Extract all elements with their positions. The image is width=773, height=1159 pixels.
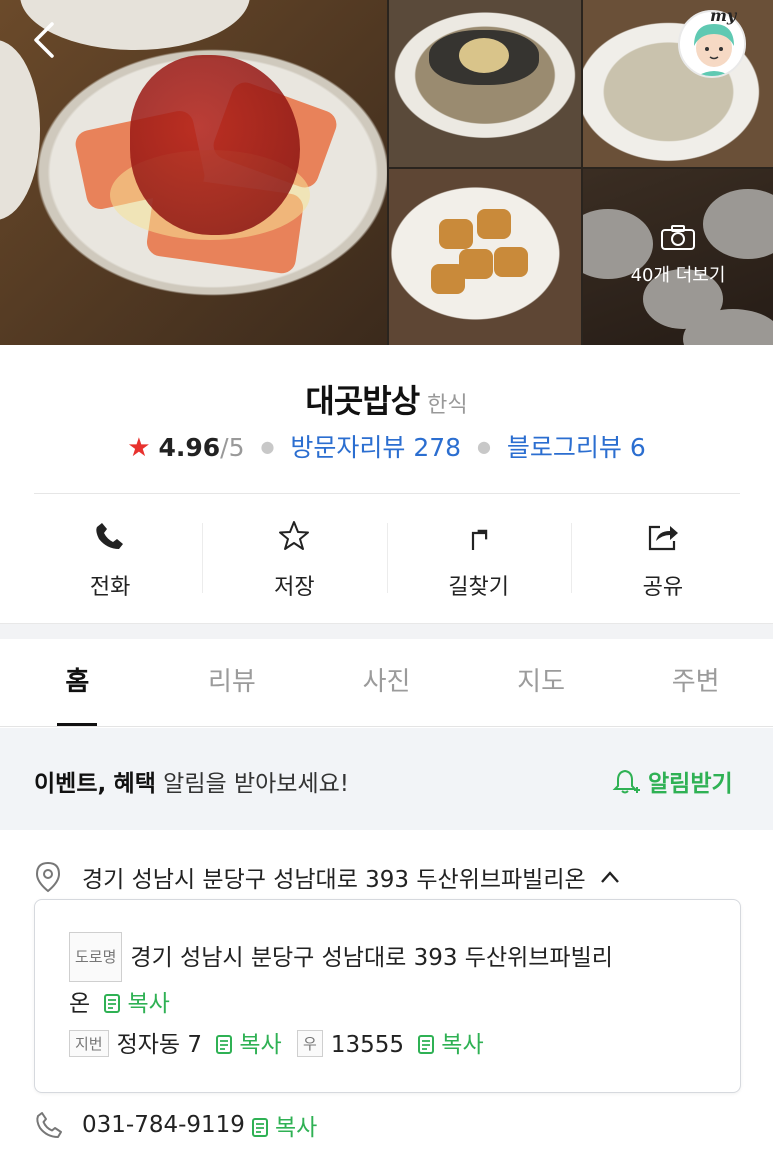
share-label: 공유 xyxy=(642,575,684,600)
copy-icon xyxy=(104,994,121,1013)
notice-message: 알림을 받아보세요! xyxy=(163,771,349,797)
lot-address-value: 정자동 7 xyxy=(116,1032,203,1058)
chevron-up-icon[interactable] xyxy=(600,870,620,884)
action-bar: 전화 저장 길찾기 공유 xyxy=(18,495,755,615)
rating-max: /5 xyxy=(220,433,245,462)
phone-outline-icon xyxy=(36,1112,62,1138)
copy-zip-button[interactable]: 복사 xyxy=(417,1032,484,1058)
tab-bar: 홈 리뷰 사진 지도 주변 xyxy=(0,639,773,727)
star-filled-icon: ★ xyxy=(127,433,151,463)
separator-dot: ● xyxy=(260,437,275,456)
phone-icon xyxy=(96,523,124,549)
place-name: 대곳밥상 xyxy=(305,382,420,420)
tab-nearby[interactable]: 주변 xyxy=(618,639,773,726)
more-photos-link[interactable]: 40개 더보기 xyxy=(583,225,773,287)
phone-number[interactable]: 031-784-9119 xyxy=(82,1112,245,1138)
lot-address-tag: 지번 xyxy=(69,1030,109,1057)
visitor-reviews-label: 방문자리뷰 xyxy=(290,433,406,462)
copy-icon xyxy=(216,1035,233,1054)
copy-phone-button[interactable]: 복사 xyxy=(251,1108,317,1142)
divider xyxy=(34,493,740,494)
photo-gallery: 40개 더보기 my xyxy=(0,0,773,345)
phone-row: 031-784-9119 복사 xyxy=(34,1108,317,1142)
address-summary: 경기 성남시 분당구 성남대로 393 두산위브파빌리온 xyxy=(82,867,586,893)
share-icon xyxy=(648,525,678,551)
directions-label: 길찾기 xyxy=(448,575,509,600)
separator-dot: ● xyxy=(477,437,491,456)
call-button[interactable]: 전화 xyxy=(18,495,202,615)
tab-reviews[interactable]: 리뷰 xyxy=(155,639,310,726)
visitor-reviews-link[interactable]: 방문자리뷰 278 xyxy=(290,433,461,462)
directions-icon xyxy=(471,529,487,550)
section-separator xyxy=(0,623,773,639)
address-detail-card: 도로명 경기 성남시 분당구 성남대로 393 두산위브파빌리 온 복사 지번 정자… xyxy=(34,899,741,1093)
save-button[interactable]: 저장 xyxy=(202,495,386,615)
my-label: my xyxy=(710,6,737,25)
photo-thumb-2[interactable] xyxy=(583,0,773,167)
lot-address: 지번 정자동 7 복사 우 13555 복사 xyxy=(69,1025,484,1059)
zip-tag: 우 xyxy=(297,1030,323,1057)
save-label: 저장 xyxy=(274,575,315,600)
copy-label: 복사 xyxy=(441,1032,484,1058)
notice-bold-benefits: 혜택 xyxy=(113,771,156,797)
road-address-line2: 온 xyxy=(69,991,91,1017)
road-address-tag: 도로명 xyxy=(69,932,123,982)
directions-button[interactable]: 길찾기 xyxy=(386,495,571,615)
zip-value: 13555 xyxy=(330,1032,404,1058)
place-title-row: 대곳밥상 한식 xyxy=(0,376,773,422)
tab-map[interactable]: 지도 xyxy=(464,639,619,726)
road-address-line1: 경기 성남시 분당구 성남대로 393 두산위브파빌리 xyxy=(130,945,613,971)
notice-text: 이벤트, 혜택 알림을 받아보세요! xyxy=(34,764,349,798)
photo-thumb-1[interactable] xyxy=(389,0,581,167)
bell-plus-icon xyxy=(612,769,640,794)
copy-label: 복사 xyxy=(239,1032,282,1058)
tab-home[interactable]: 홈 xyxy=(0,639,155,726)
subscribe-alerts-button[interactable]: 알림받기 xyxy=(612,764,733,798)
notice-bold-events: 이벤트, xyxy=(34,771,107,797)
back-arrow-icon[interactable] xyxy=(24,20,64,60)
rating-row: ★ 4.96/5 ● 방문자리뷰 278 ● 블로그리뷰 6 xyxy=(0,428,773,464)
tab-photos[interactable]: 사진 xyxy=(309,639,464,726)
location-pin-icon xyxy=(35,861,61,893)
copy-icon xyxy=(418,1035,435,1054)
call-label: 전화 xyxy=(89,575,131,600)
visitor-reviews-count: 278 xyxy=(413,433,462,462)
share-button[interactable]: 공유 xyxy=(570,495,755,615)
address-row[interactable]: 경기 성남시 분당구 성남대로 393 두산위브파빌리온 xyxy=(34,860,754,894)
more-photos-label: 40개 더보기 xyxy=(630,265,726,286)
copy-lot-address-button[interactable]: 복사 xyxy=(215,1032,282,1058)
event-notice-banner: 이벤트, 혜택 알림을 받아보세요! 알림받기 xyxy=(0,728,773,830)
copy-road-address-button[interactable]: 복사 xyxy=(103,991,170,1017)
subscribe-alerts-label: 알림받기 xyxy=(648,771,733,797)
place-category: 한식 xyxy=(427,393,468,418)
copy-label: 복사 xyxy=(274,1115,318,1141)
blog-reviews-count: 6 xyxy=(629,433,646,462)
copy-icon xyxy=(251,1118,268,1137)
rating-value: 4.96 xyxy=(158,433,221,462)
copy-label: 복사 xyxy=(127,991,170,1017)
star-icon xyxy=(279,521,310,550)
blog-reviews-link[interactable]: 블로그리뷰 6 xyxy=(507,433,646,462)
camera-icon xyxy=(661,225,695,250)
photo-thumb-3[interactable] xyxy=(389,169,581,345)
blog-reviews-label: 블로그리뷰 xyxy=(506,433,622,462)
road-address: 도로명 경기 성남시 분당구 성남대로 393 두산위브파빌리 온 복사 xyxy=(69,932,709,1026)
